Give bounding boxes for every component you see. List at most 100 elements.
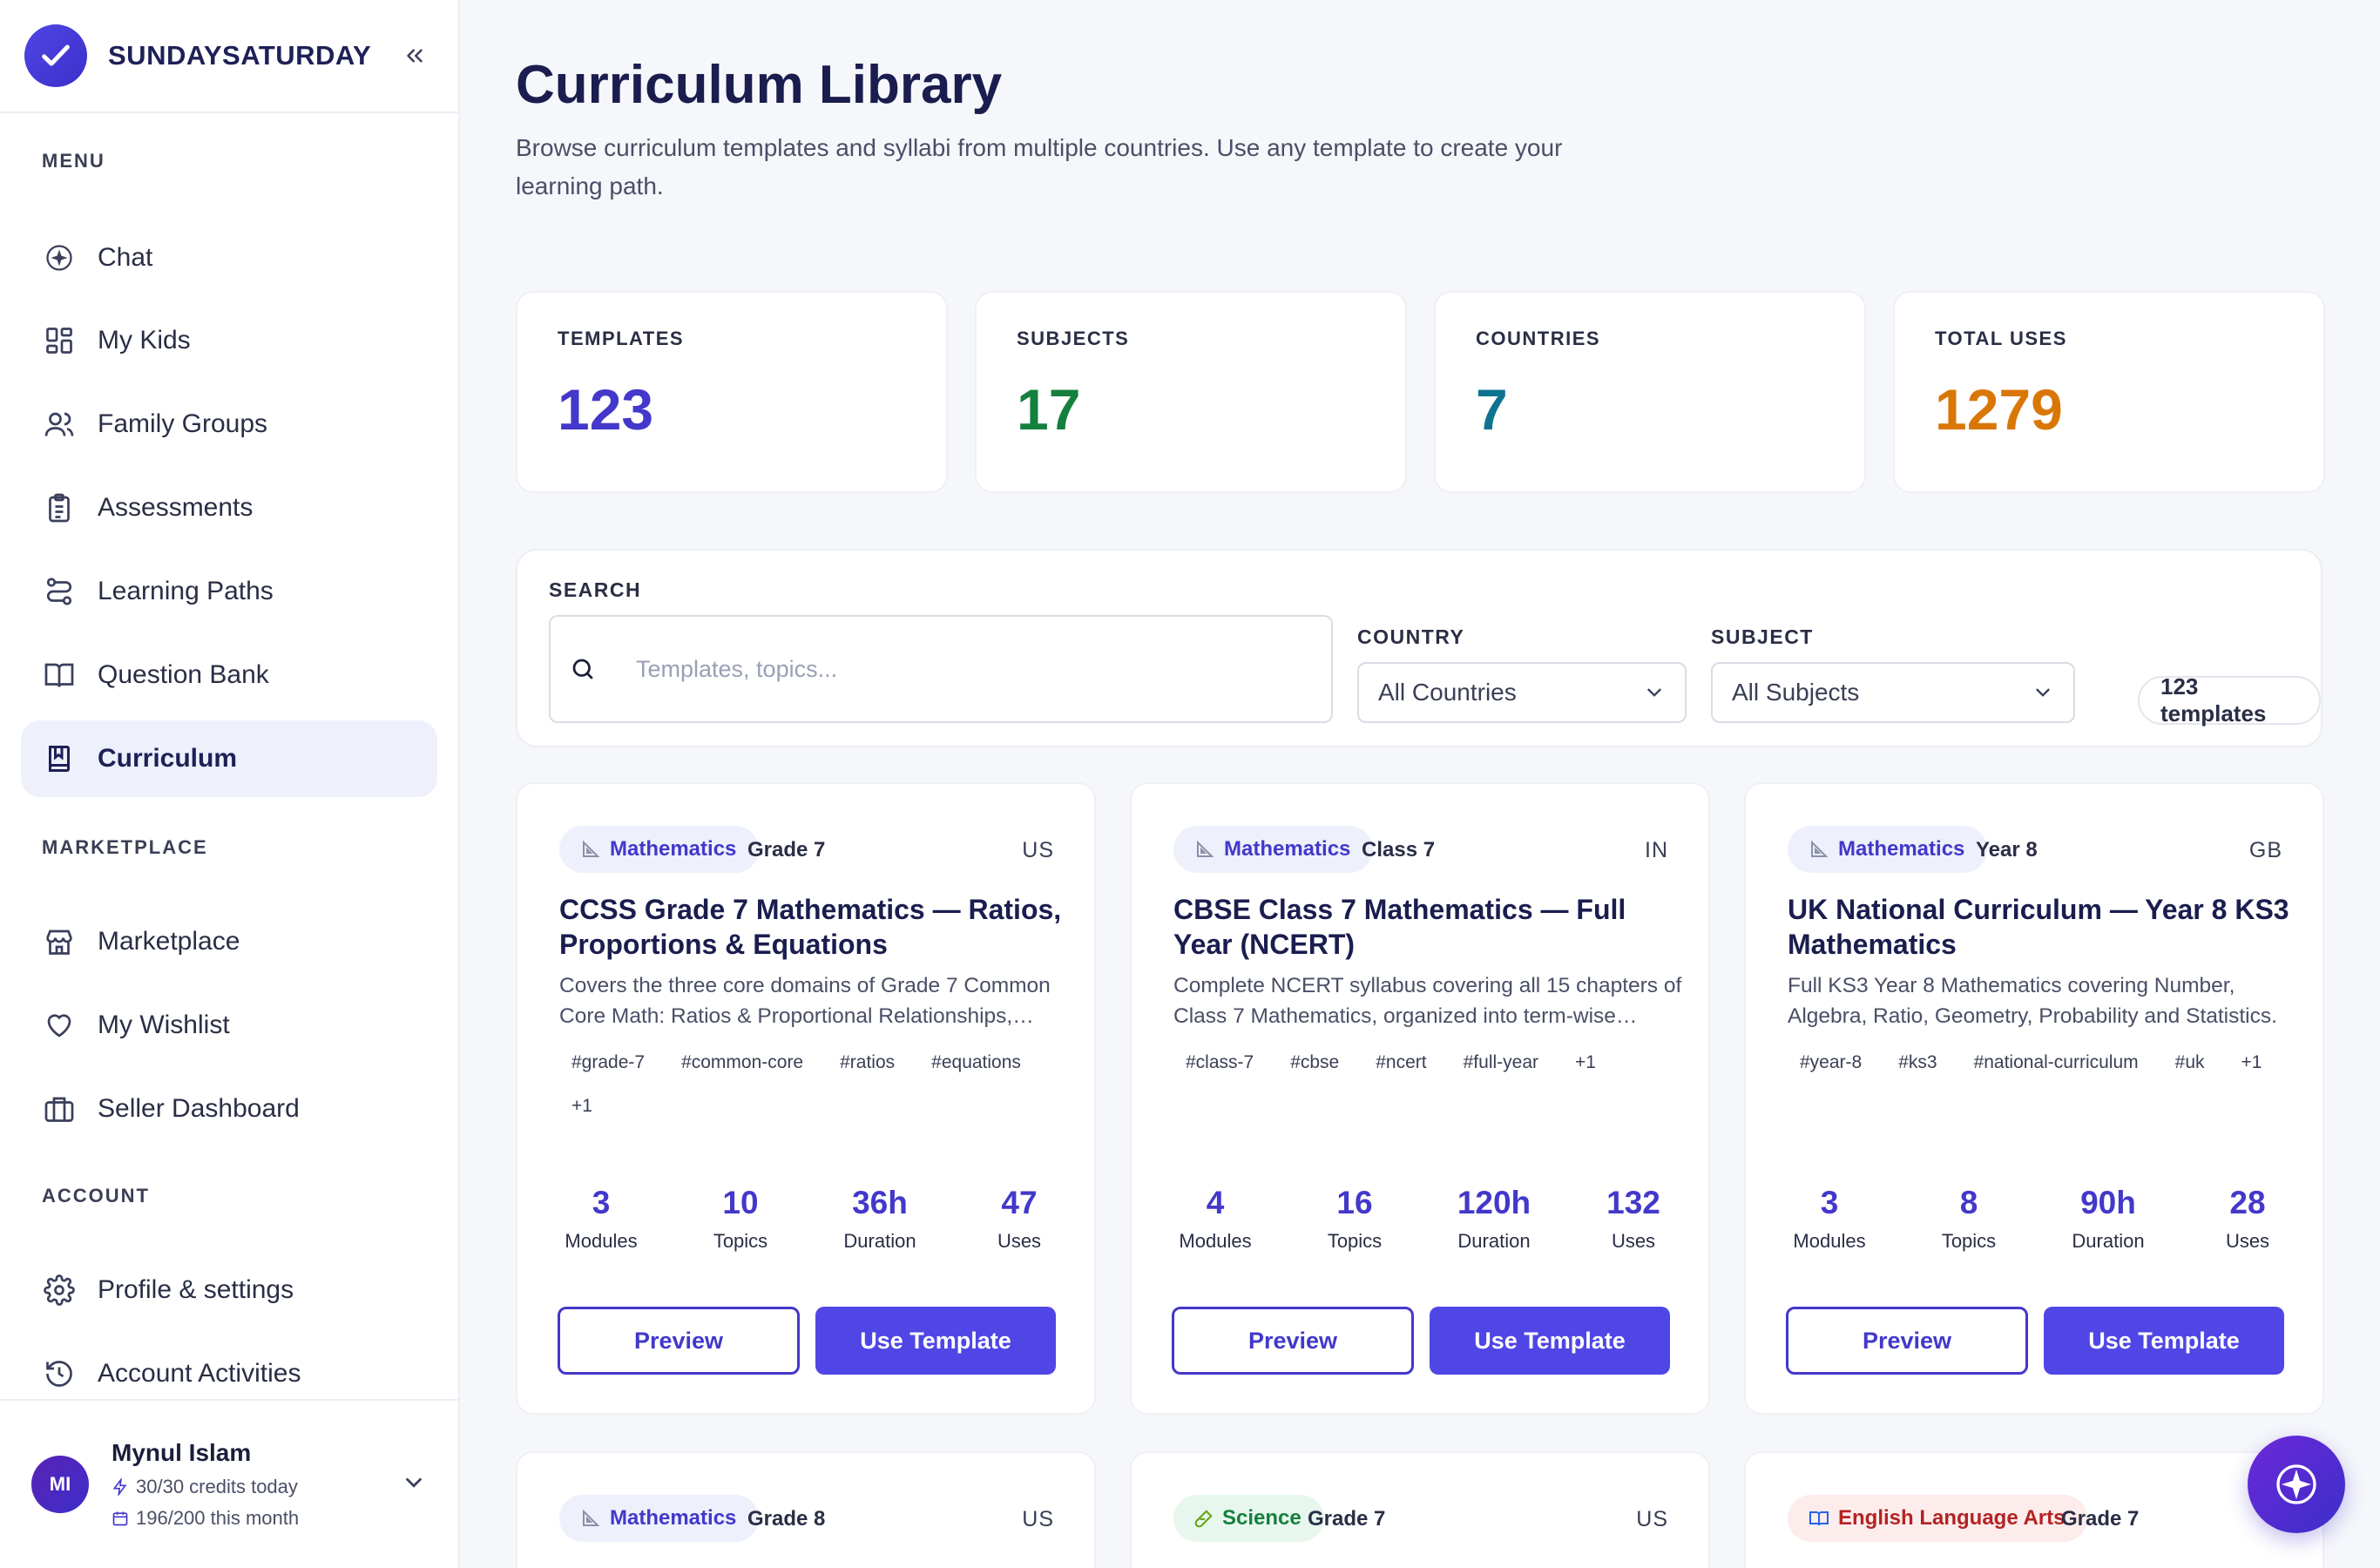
sidebar-item-curriculum[interactable]: Curriculum xyxy=(21,720,437,797)
brand-name: SUNDAYSATURDAY xyxy=(108,40,372,71)
account-section-label: ACCOUNT xyxy=(42,1185,150,1206)
stat-card-countries: COUNTRIES 7 xyxy=(1434,291,1866,493)
grade-label: Grade 7 xyxy=(1308,1507,1386,1531)
use-template-button[interactable]: Use Template xyxy=(815,1307,1056,1375)
stat-label: SUBJECTS xyxy=(1017,328,1130,349)
country-code: US xyxy=(1022,838,1054,862)
book-open-icon xyxy=(40,656,78,694)
metric-value: 36h xyxy=(852,1185,908,1220)
metric-label: Modules xyxy=(1179,1230,1252,1252)
sidebar-item-my-kids[interactable]: My Kids xyxy=(21,302,437,379)
metric-label: Duration xyxy=(843,1230,916,1252)
grade-label: Grade 7 xyxy=(747,838,826,862)
tag: #class-7 xyxy=(1186,1052,1254,1072)
metric-value: 132 xyxy=(1606,1185,1660,1220)
ai-assistant-button[interactable] xyxy=(2248,1436,2345,1533)
subject-badge-label: English Language Arts xyxy=(1838,1506,2066,1530)
subject-badge-label: Mathematics xyxy=(1224,837,1351,861)
brand-header: SUNDAYSATURDAY xyxy=(0,0,458,113)
collapse-sidebar-icon[interactable] xyxy=(396,37,434,75)
users-icon xyxy=(40,405,78,443)
grade-label: Class 7 xyxy=(1362,838,1436,862)
chevron-down-icon xyxy=(1647,688,1661,697)
heart-icon xyxy=(40,1006,78,1044)
grid-icon xyxy=(40,321,78,360)
sidebar-item-label: My Kids xyxy=(98,326,191,355)
credits-today: 30/30 credits today xyxy=(136,1476,298,1497)
sidebar-item-profile-settings[interactable]: Profile & settings xyxy=(21,1252,437,1328)
metric-label: Topics xyxy=(1941,1230,1997,1252)
metric-duration: 90h Duration xyxy=(2065,1185,2152,1253)
subject-badge: Science xyxy=(1173,1495,1324,1542)
lightning-icon xyxy=(112,1478,127,1496)
metric-topics: 10 Topics xyxy=(697,1185,784,1253)
page-subtitle: Browse curriculum templates and syllabi … xyxy=(516,134,1563,199)
tag: #uk xyxy=(2174,1052,2205,1072)
credits-today-line: 30/30 credits today xyxy=(112,1476,299,1498)
template-card: Mathematics Grade 7 US CCSS Grade 7 Math… xyxy=(516,782,1096,1415)
main-content: Curriculum Library Browse curriculum tem… xyxy=(460,0,2380,1568)
user-name: Mynul Islam xyxy=(112,1439,252,1466)
use-template-button[interactable]: Use Template xyxy=(1430,1307,1670,1375)
tag: #year-8 xyxy=(1800,1052,1863,1072)
sidebar-item-label: Curriculum xyxy=(98,744,238,773)
template-metrics: 4 Modules 16 Topics 120h Duration 132 Uses xyxy=(1172,1185,1677,1253)
sidebar-item-marketplace[interactable]: Marketplace xyxy=(21,903,437,980)
metric-modules: 3 Modules xyxy=(1786,1185,1873,1253)
search-box[interactable] xyxy=(549,615,1333,723)
metric-label: Uses xyxy=(1611,1230,1656,1252)
metric-modules: 4 Modules xyxy=(1172,1185,1259,1253)
preview-button[interactable]: Preview xyxy=(558,1307,800,1375)
marketplace-section-label: MARKETPLACE xyxy=(42,836,208,858)
template-title: UK National Curriculum — Year 8 KS3 Math… xyxy=(1788,894,2289,960)
stat-card-subjects: SUBJECTS 17 xyxy=(975,291,1407,493)
metric-value: 4 xyxy=(1206,1185,1225,1220)
sidebar-item-question-bank[interactable]: Question Bank xyxy=(21,637,437,713)
template-metrics: 3 Modules 8 Topics 90h Duration 28 Uses xyxy=(1786,1185,2291,1253)
metric-value: 10 xyxy=(722,1185,759,1220)
metric-duration: 36h Duration xyxy=(836,1185,923,1253)
metric-value: 3 xyxy=(592,1185,611,1220)
sidebar-item-learning-paths[interactable]: Learning Paths xyxy=(21,553,437,630)
sidebar-item-seller-dashboard[interactable]: Seller Dashboard xyxy=(21,1071,437,1147)
grade-label: Grade 8 xyxy=(747,1507,826,1531)
user-profile-menu[interactable]: MI Mynul Islam 30/30 credits today 196/2… xyxy=(0,1399,458,1568)
briefcase-icon xyxy=(40,1090,78,1128)
sidebar-item-assessments[interactable]: Assessments xyxy=(21,470,437,546)
history-icon xyxy=(40,1355,78,1393)
country-select[interactable]: All Countries xyxy=(1357,662,1687,723)
template-card: English Language Arts Grade 7 xyxy=(1744,1451,2324,1568)
subject-select[interactable]: All Subjects xyxy=(1711,662,2075,723)
preview-button[interactable]: Preview xyxy=(1786,1307,2028,1375)
search-input[interactable] xyxy=(636,655,1315,683)
subject-badge: Mathematics xyxy=(559,826,760,873)
use-template-button[interactable]: Use Template xyxy=(2044,1307,2284,1375)
sidebar-item-label: Profile & settings xyxy=(98,1275,294,1304)
tag: #ks3 xyxy=(1898,1052,1937,1072)
ruler-triangle-icon xyxy=(583,1509,600,1526)
country-code: IN xyxy=(1645,838,1668,862)
sidebar-item-my-wishlist[interactable]: My Wishlist xyxy=(21,987,437,1064)
brand-logo-check-icon[interactable] xyxy=(24,24,87,87)
sidebar-item-label: Marketplace xyxy=(98,927,240,956)
tag: #common-core xyxy=(681,1052,804,1072)
metric-uses: 28 Uses xyxy=(2204,1185,2291,1253)
sidebar-item-label: Account Activities xyxy=(98,1359,301,1388)
search-label: SEARCH xyxy=(549,578,642,601)
calendar-icon xyxy=(112,1511,128,1526)
route-icon xyxy=(40,572,78,611)
subject-badge-label: Mathematics xyxy=(1838,837,1965,861)
template-description: Full KS3 Year 8 Mathematics covering Num… xyxy=(1788,974,2277,1028)
sparkle-icon xyxy=(2276,1464,2316,1504)
chevron-down-icon[interactable] xyxy=(401,1470,427,1500)
preview-button[interactable]: Preview xyxy=(1172,1307,1414,1375)
search-icon xyxy=(572,659,593,679)
tag: #ncert xyxy=(1376,1052,1427,1072)
stat-card-total-uses: TOTAL USES 1279 xyxy=(1893,291,2325,493)
sidebar-item-chat[interactable]: Chat xyxy=(21,220,437,296)
template-card: Mathematics Grade 8 US xyxy=(516,1451,1096,1568)
metric-uses: 47 Uses xyxy=(976,1185,1063,1253)
sidebar-item-family-groups[interactable]: Family Groups xyxy=(21,386,437,463)
stat-label: TEMPLATES xyxy=(558,328,685,349)
metric-topics: 8 Topics xyxy=(1925,1185,2012,1253)
